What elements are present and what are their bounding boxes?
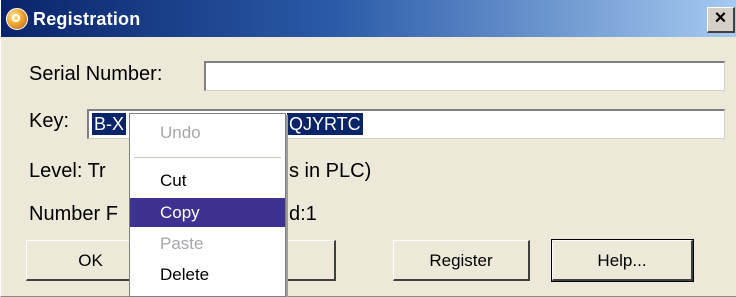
level-label: Level: Tr	[29, 160, 106, 182]
key-selected-text-tail: QJYRTC	[287, 113, 363, 135]
menu-item-cut[interactable]: Cut	[130, 166, 285, 195]
registration-dialog: Registration × Serial Number: Key: B-X Q…	[0, 0, 736, 297]
menu-item-copy[interactable]: Copy	[130, 198, 285, 227]
serial-number-field[interactable]	[204, 61, 725, 91]
menu-item-delete[interactable]: Delete	[130, 260, 285, 289]
help-button[interactable]: Help...	[551, 239, 694, 282]
close-icon: ×	[714, 7, 727, 29]
number-label-end: d:1	[289, 203, 317, 225]
key-selected-text: B-X	[92, 113, 127, 135]
menu-item-undo[interactable]: Undo	[130, 118, 285, 147]
number-label: Number F	[29, 203, 118, 225]
close-button[interactable]: ×	[707, 7, 735, 33]
level-label-end: s in PLC)	[289, 160, 372, 182]
window-title: Registration	[33, 9, 141, 29]
menu-separator	[134, 157, 281, 158]
register-button[interactable]: Register	[393, 240, 530, 281]
app-icon	[6, 8, 28, 30]
key-label: Key:	[29, 110, 70, 132]
serial-number-label: Serial Number:	[29, 63, 163, 85]
context-menu: Undo Cut Copy Paste Delete	[129, 113, 286, 297]
title-bar[interactable]: Registration ×	[1, 0, 736, 37]
menu-item-paste[interactable]: Paste	[130, 229, 285, 258]
